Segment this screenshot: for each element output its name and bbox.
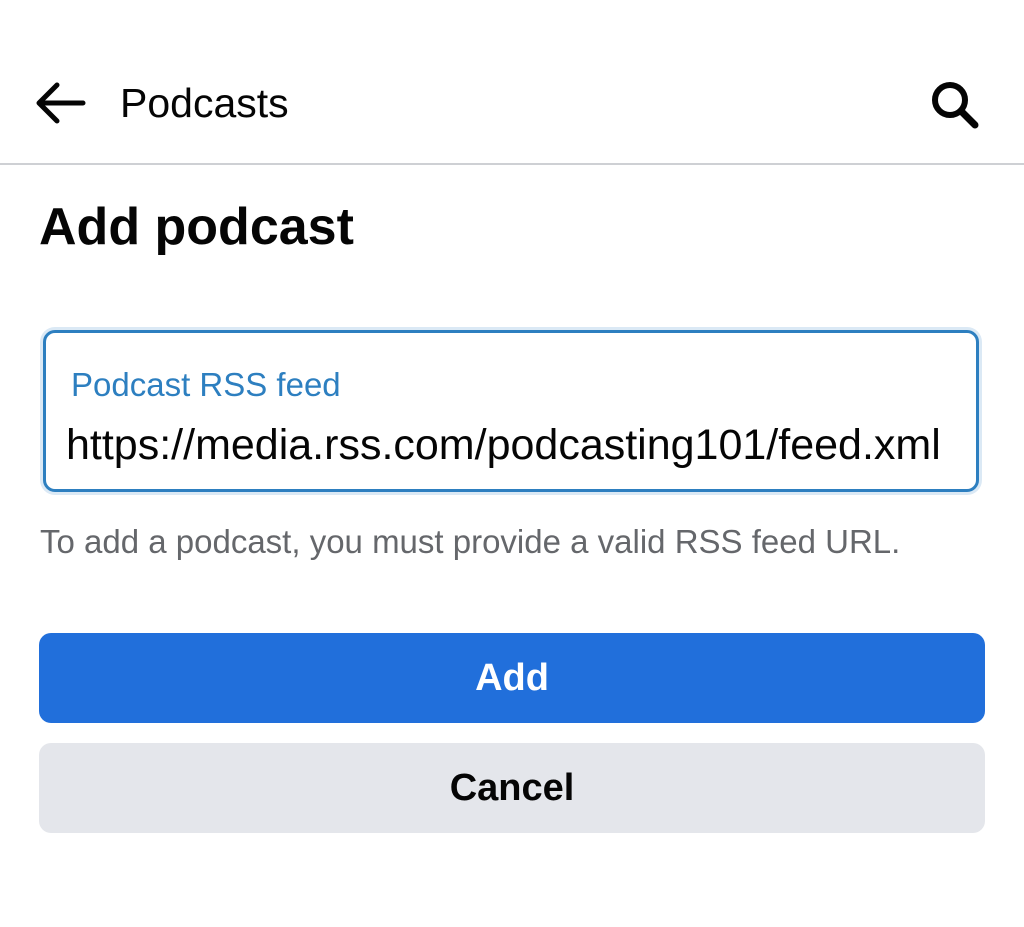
arrow-left-icon (36, 82, 86, 124)
rss-feed-value[interactable]: https://media.rss.com/podcasting101/feed… (66, 417, 952, 473)
back-button[interactable] (24, 70, 94, 136)
cancel-button[interactable]: Cancel (39, 743, 985, 833)
top-app-bar: Podcasts (0, 0, 1024, 165)
rss-feed-input[interactable]: Podcast RSS feed https://media.rss.com/p… (43, 330, 979, 492)
search-icon (932, 82, 979, 129)
rss-feed-value-text: https://media.rss.com/podcasting101/feed… (66, 421, 941, 469)
search-button[interactable] (920, 72, 990, 138)
helper-text: To add a podcast, you must provide a val… (40, 523, 901, 560)
add-button[interactable]: Add (39, 633, 985, 723)
page-title: Add podcast (39, 198, 354, 256)
header-title: Podcasts (120, 80, 289, 126)
add-podcast-screen: Podcasts Add podcast Podcast RSS feed ht… (0, 0, 1024, 927)
rss-feed-label: Podcast RSS feed (71, 366, 341, 403)
